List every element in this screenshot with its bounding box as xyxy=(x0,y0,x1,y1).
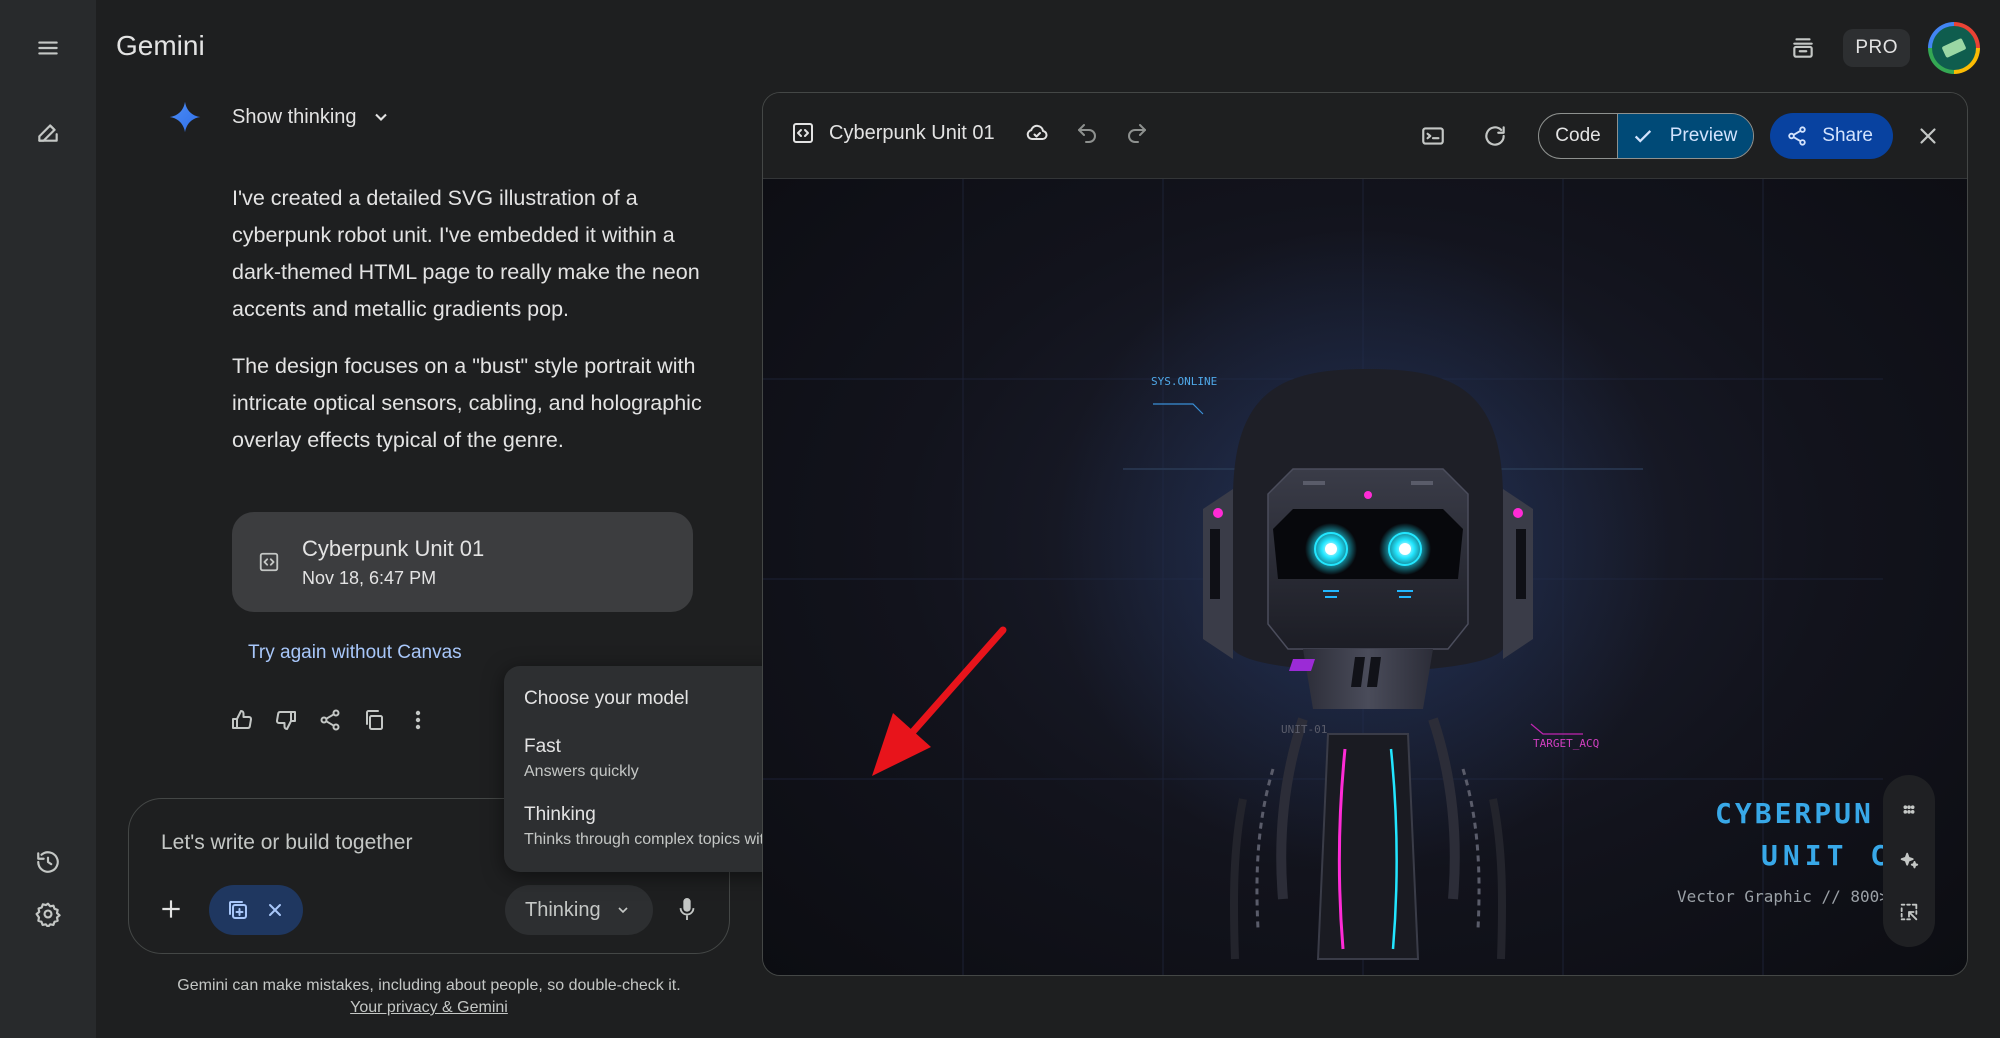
plus-icon xyxy=(162,900,180,918)
hud-sys-label: SYS.ONLINE xyxy=(1151,375,1218,388)
model-selector-label: Thinking xyxy=(525,898,601,921)
temporary-chat-button[interactable] xyxy=(1781,26,1825,70)
microphone-icon xyxy=(679,898,695,920)
preview-tab-label: Preview xyxy=(1669,125,1738,146)
history-icon xyxy=(37,851,59,873)
close-icon[interactable] xyxy=(1915,123,1941,149)
share-response-button[interactable] xyxy=(318,708,344,734)
canvas-preview: SYS.ONLINE TARGET_ACQ UNIT-01 CYBERPUN U… xyxy=(763,179,1967,975)
privacy-link[interactable]: Your privacy & Gemini xyxy=(350,999,508,1016)
response-message: I've created a detailed SVG illustration… xyxy=(232,180,712,479)
model-menu-heading: Choose your model xyxy=(524,688,689,709)
archive-icon xyxy=(1793,38,1814,58)
disclaimer: Gemini can make mistakes, including abou… xyxy=(128,975,730,1019)
try-again-link[interactable]: Try again without Canvas xyxy=(248,642,462,664)
code-file-icon xyxy=(259,552,279,572)
canvas-panel: Cyberpunk Unit 01 Code Preview Share SYS… xyxy=(762,92,1968,976)
chevron-down-icon xyxy=(374,113,387,121)
undo-icon[interactable] xyxy=(1075,121,1099,145)
new-chat-button[interactable] xyxy=(24,108,72,156)
response-paragraph: I've created a detailed SVG illustration… xyxy=(232,186,700,321)
share-button-label: Share xyxy=(1822,125,1873,146)
prompt-input[interactable]: Let's write or build together xyxy=(161,831,412,855)
canvas-card[interactable]: Cyberpunk Unit 01 Nov 18, 6:47 PM xyxy=(232,512,693,612)
redo-icon[interactable] xyxy=(1125,121,1149,145)
close-icon[interactable] xyxy=(263,898,287,922)
share-icon xyxy=(320,709,340,731)
canvas-tool-chip[interactable] xyxy=(209,885,303,935)
check-icon xyxy=(1634,130,1651,143)
select-element-icon[interactable] xyxy=(1898,901,1920,923)
left-rail xyxy=(0,0,96,1038)
robot-illustration xyxy=(763,179,1883,975)
refresh-icon[interactable] xyxy=(1482,123,1508,149)
copy-icon xyxy=(366,710,383,730)
preview-title-line2: UNIT C xyxy=(1761,839,1883,872)
drag-handle-icon[interactable] xyxy=(1898,799,1920,821)
gemini-app: Gemini PRO Show thinking I've created a … xyxy=(0,0,2000,1038)
preview-title-line1: CYBERPUN xyxy=(1715,797,1874,830)
canvas-card-date: Nov 18, 6:47 PM xyxy=(302,567,437,588)
preview-subtitle: Vector Graphic // 800> xyxy=(1677,887,1883,906)
thumbs-up-icon xyxy=(232,710,252,729)
avatar-image xyxy=(1932,26,1976,70)
magic-edit-icon[interactable] xyxy=(1898,850,1920,872)
canvas-panel-header: Cyberpunk Unit 01 Code Preview Share xyxy=(763,93,1967,179)
thumbs-down-button[interactable] xyxy=(274,708,300,734)
more-vert-icon xyxy=(415,710,421,730)
copy-button[interactable] xyxy=(362,708,388,734)
activity-button[interactable] xyxy=(24,838,72,886)
canvas-card-title: Cyberpunk Unit 01 xyxy=(302,535,485,561)
share-button[interactable]: Share xyxy=(1770,113,1893,159)
code-file-icon xyxy=(793,123,813,143)
canvas-icon xyxy=(228,901,247,919)
chevron-down-icon xyxy=(618,907,628,914)
avatar[interactable] xyxy=(1928,22,1980,74)
menu-button[interactable] xyxy=(24,24,72,72)
floating-toolbar xyxy=(1883,775,1935,947)
response-paragraph: The design focuses on a "bust" style por… xyxy=(232,354,702,452)
hud-unit-label: UNIT-01 xyxy=(1281,723,1328,736)
preview-tab[interactable]: Preview xyxy=(1616,114,1754,158)
canvas-title: Cyberpunk Unit 01 xyxy=(829,121,995,144)
thumbs-down-icon xyxy=(276,711,296,730)
model-selector[interactable]: Thinking xyxy=(505,885,653,935)
plan-badge[interactable]: PRO xyxy=(1843,29,1910,67)
settings-button[interactable] xyxy=(24,890,72,938)
console-icon[interactable] xyxy=(1420,123,1446,149)
edit-icon xyxy=(38,124,58,142)
top-actions: PRO xyxy=(1781,22,1980,74)
microphone-button[interactable] xyxy=(665,887,709,931)
response-actions xyxy=(230,708,432,734)
preview-viewport: SYS.ONLINE TARGET_ACQ UNIT-01 CYBERPUN U… xyxy=(763,179,1883,975)
show-thinking-label: Show thinking xyxy=(232,105,357,128)
thumbs-up-button[interactable] xyxy=(230,708,256,734)
app-title: Gemini xyxy=(116,30,205,61)
add-attachment-button[interactable] xyxy=(149,887,193,931)
gemini-spark-icon xyxy=(169,101,201,133)
show-thinking-toggle[interactable]: Show thinking xyxy=(168,100,391,134)
more-options-button[interactable] xyxy=(406,708,432,734)
cloud-saved-icon[interactable] xyxy=(1025,121,1049,145)
code-preview-toggle: Code Preview xyxy=(1538,113,1755,159)
hud-target-label: TARGET_ACQ xyxy=(1533,737,1600,750)
share-icon xyxy=(1788,126,1807,146)
gear-icon xyxy=(35,902,61,927)
code-tab[interactable]: Code xyxy=(1539,114,1616,158)
disclaimer-text: Gemini can make mistakes, including abou… xyxy=(177,977,681,994)
menu-icon xyxy=(38,41,58,55)
